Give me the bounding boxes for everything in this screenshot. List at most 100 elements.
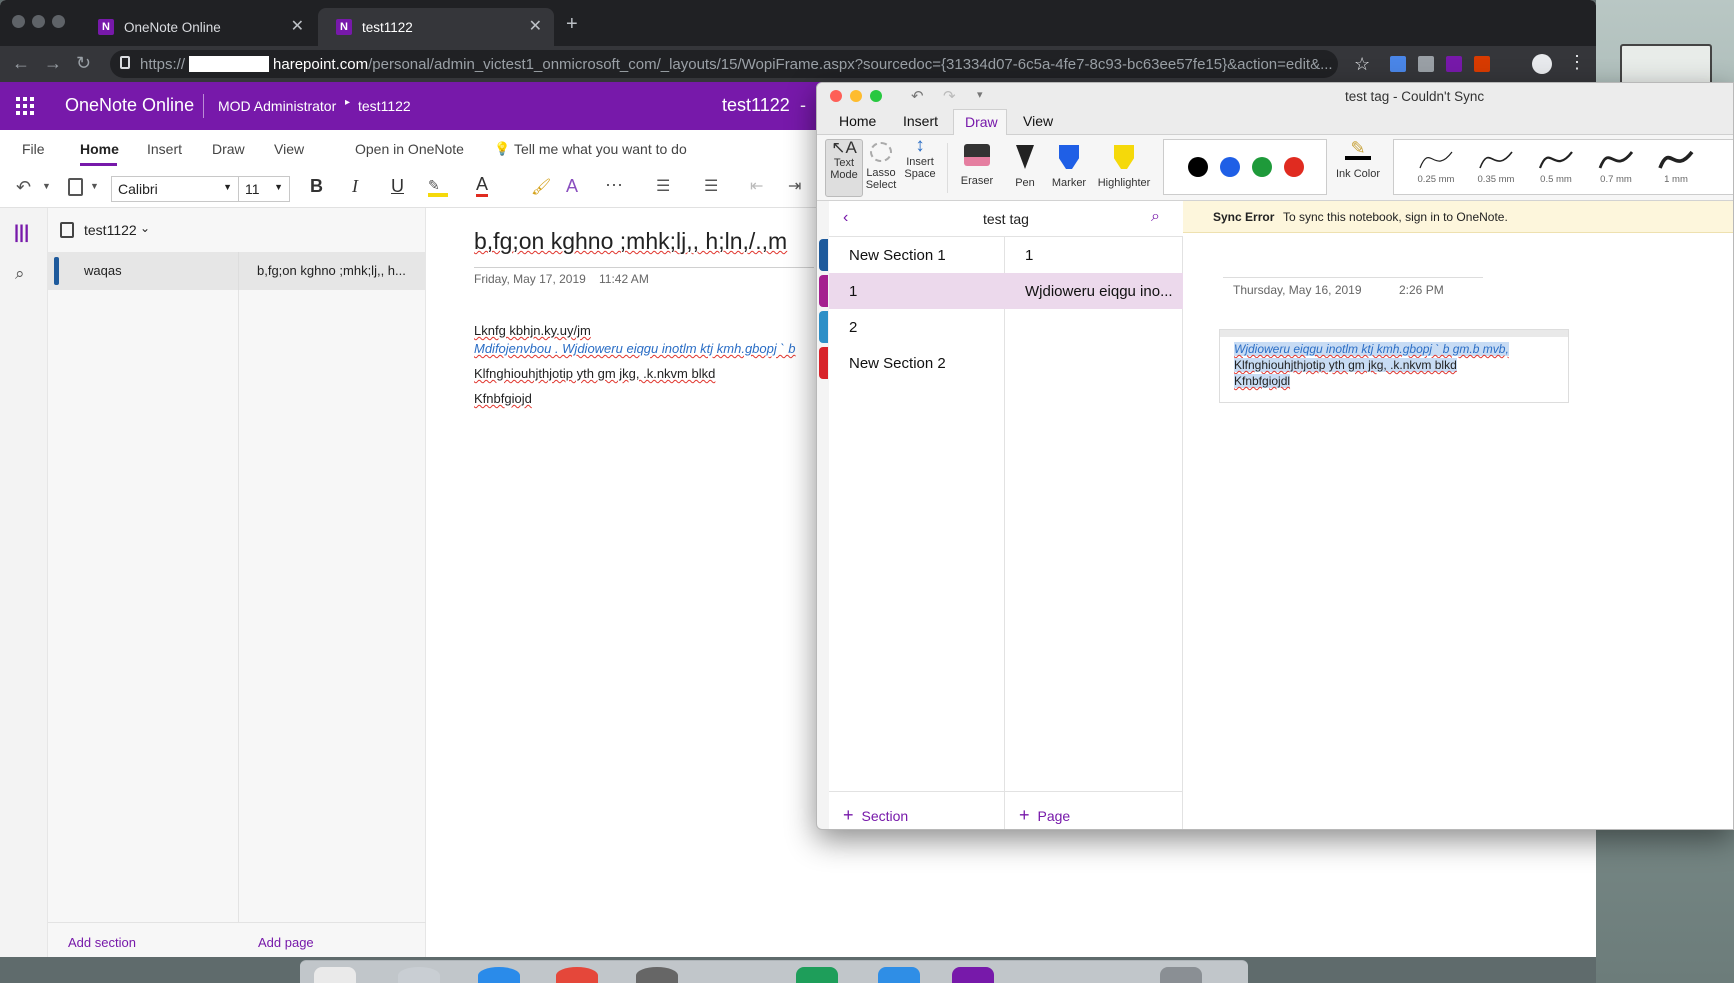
ink-color-swatch[interactable] — [1284, 157, 1304, 177]
tab-draw-active[interactable]: Draw — [953, 109, 1007, 136]
breadcrumb-notebook[interactable]: test1122 — [358, 98, 411, 114]
onenote-extension-icon[interactable] — [1446, 56, 1462, 72]
note-container[interactable]: Wjdioweru eiqgu inotlm ktj kmh.gbopj ` b… — [1219, 329, 1569, 403]
format-painter-icon[interactable]: 🖌 — [531, 177, 551, 197]
dock-trash-icon[interactable] — [1160, 967, 1202, 983]
thickness-option[interactable]: 0.25 mm — [1408, 144, 1464, 192]
note-line[interactable]: Kfnbfgiojdl — [1234, 374, 1291, 388]
add-page-button[interactable]: Add page — [258, 935, 314, 950]
forward-icon[interactable]: → — [44, 53, 62, 74]
back-icon[interactable]: ‹ — [843, 209, 848, 227]
highlight-icon[interactable]: ✎ — [428, 177, 448, 197]
numbering-icon[interactable]: ☰ — [704, 176, 718, 196]
chevron-down-icon[interactable]: ▼ — [90, 181, 99, 191]
close-tab-icon[interactable]: ✕ — [529, 19, 542, 35]
ink-color-swatch[interactable] — [1188, 157, 1208, 177]
dock-folder-icon[interactable] — [878, 967, 920, 983]
search-icon[interactable]: ⌕ — [1151, 208, 1160, 226]
tab-insert[interactable]: Insert — [903, 113, 938, 129]
bold-icon[interactable]: B — [310, 176, 323, 197]
note-line[interactable]: Mdifojenvbou . Wjdioweru eiqgu inotlm kt… — [474, 341, 796, 356]
ink-color-swatch[interactable] — [1252, 157, 1272, 177]
sync-error-message[interactable]: To sync this notebook, sign in to OneNot… — [1283, 210, 1508, 224]
reload-icon[interactable]: ↻ — [76, 53, 91, 74]
eraser-button[interactable]: Eraser — [951, 139, 1003, 187]
tab-insert[interactable]: Insert — [147, 141, 182, 157]
tab-home[interactable]: Home — [839, 113, 876, 129]
dock-app-icon[interactable] — [398, 967, 440, 983]
add-section-button[interactable]: Add section — [68, 935, 136, 950]
page-title[interactable]: b,fg;on kghno ;mhk;lj,, h;ln,/.,m — [474, 228, 787, 255]
office-extension-icon[interactable] — [1474, 56, 1490, 72]
breadcrumb-user[interactable]: MOD Administrator — [218, 98, 336, 114]
extension-icon[interactable] — [1390, 56, 1406, 72]
dock-safari-icon[interactable] — [478, 967, 520, 983]
underline-icon[interactable]: U — [391, 176, 404, 197]
tab-view[interactable]: View — [274, 141, 304, 157]
text-mode-button[interactable]: ↖A Text Mode — [825, 139, 863, 197]
app-name[interactable]: OneNote Online — [65, 95, 194, 116]
dock-app-icon[interactable] — [636, 967, 678, 983]
dock-chrome-icon[interactable] — [556, 967, 598, 983]
thickness-option[interactable]: 0.7 mm — [1588, 144, 1644, 192]
close-window-icon[interactable] — [12, 15, 25, 28]
undo-icon[interactable]: ↶ — [911, 87, 924, 105]
container-handle[interactable] — [1220, 330, 1568, 337]
marker-button[interactable]: Marker — [1047, 139, 1091, 189]
add-page-button[interactable]: + Page — [1019, 805, 1070, 826]
undo-icon[interactable]: ↶ — [16, 177, 31, 198]
thickness-option[interactable]: 0.35 mm — [1468, 144, 1524, 192]
note-line[interactable]: Klfnghiouhjthjotip yth gm jkg, .k.nkvm b… — [1234, 358, 1457, 372]
notebook-picker[interactable]: test1122 — [84, 222, 137, 238]
pen-button[interactable]: Pen — [1005, 139, 1045, 189]
drive-extension-icon[interactable] — [1418, 56, 1434, 72]
tab-view[interactable]: View — [1023, 113, 1053, 129]
tab-draw[interactable]: Draw — [212, 141, 245, 157]
chevron-down-icon[interactable]: ⌄ — [140, 221, 150, 235]
close-tab-icon[interactable]: ✕ — [291, 19, 304, 35]
browser-tab[interactable]: N OneNote Online ✕ — [80, 8, 316, 46]
new-tab-icon[interactable]: + — [566, 14, 578, 34]
insert-space-button[interactable]: ↕ Insert Space — [901, 136, 939, 180]
clear-formatting-icon[interactable]: A — [566, 176, 578, 197]
bookmark-star-icon[interactable]: ☆ — [1354, 54, 1370, 75]
paste-icon[interactable] — [68, 178, 83, 196]
dock-onenote-icon[interactable] — [952, 967, 994, 983]
browser-menu-icon[interactable]: ⋮ — [1568, 52, 1586, 73]
address-bar[interactable]: https:// harepoint.com /personal/admin_v… — [110, 50, 1338, 78]
note-line[interactable]: Wjdioweru eiqgu inotlm ktj kmh.gbopj ` b… — [1234, 342, 1509, 356]
italic-icon[interactable]: I — [352, 176, 358, 197]
page-item[interactable]: 1 — [1005, 237, 1183, 273]
minimize-window-icon[interactable] — [850, 90, 862, 102]
note-line[interactable]: Klfnghiouhjthjotip yth gm jkg, .k.nkvm b… — [474, 366, 715, 381]
lasso-select-button[interactable]: Lasso Select — [863, 139, 899, 191]
more-icon[interactable]: ⋯ — [605, 175, 623, 196]
highlighter-button[interactable]: Highlighter — [1093, 139, 1155, 189]
decrease-indent-icon[interactable]: ⇤ — [750, 176, 763, 196]
font-size-select[interactable]: 11 ▼ — [238, 176, 290, 202]
chevron-down-icon[interactable]: ▼ — [42, 181, 51, 191]
browser-tab-active[interactable]: N test1122 ✕ — [318, 8, 554, 46]
note-content[interactable]: Sync Error To sync this notebook, sign i… — [1183, 201, 1733, 829]
search-icon[interactable]: ⌕ — [15, 264, 25, 284]
redo-icon[interactable]: ↷ — [943, 87, 956, 105]
ink-color-swatch[interactable] — [1220, 157, 1240, 177]
zoom-window-icon[interactable] — [870, 90, 882, 102]
section-item[interactable]: 2 — [819, 309, 1005, 345]
notebooks-icon[interactable]: ||| — [14, 222, 29, 243]
section-item-selected[interactable]: 1 — [819, 273, 1005, 309]
section-item[interactable]: waqas — [48, 252, 238, 290]
tab-home[interactable]: Home — [80, 141, 119, 157]
minimize-window-icon[interactable] — [32, 15, 45, 28]
thickness-option[interactable]: 1 mm — [1648, 144, 1704, 192]
close-window-icon[interactable] — [830, 90, 842, 102]
page-item[interactable]: b,fg;on kghno ;mhk;lj,, h... — [238, 252, 426, 290]
dock-finder-icon[interactable] — [314, 967, 356, 983]
open-in-onenote-link[interactable]: Open in OneNote — [355, 141, 464, 157]
add-section-button[interactable]: + Section — [843, 805, 908, 826]
bullets-icon[interactable]: ☰ — [656, 176, 670, 196]
page-item-selected[interactable]: Wjdioweru eiqgu ino... — [1005, 273, 1183, 309]
note-line[interactable]: Kfnbfgiojd — [474, 391, 532, 406]
thickness-option[interactable]: 0.5 mm — [1528, 144, 1584, 192]
section-item[interactable]: New Section 1 — [819, 237, 1005, 273]
